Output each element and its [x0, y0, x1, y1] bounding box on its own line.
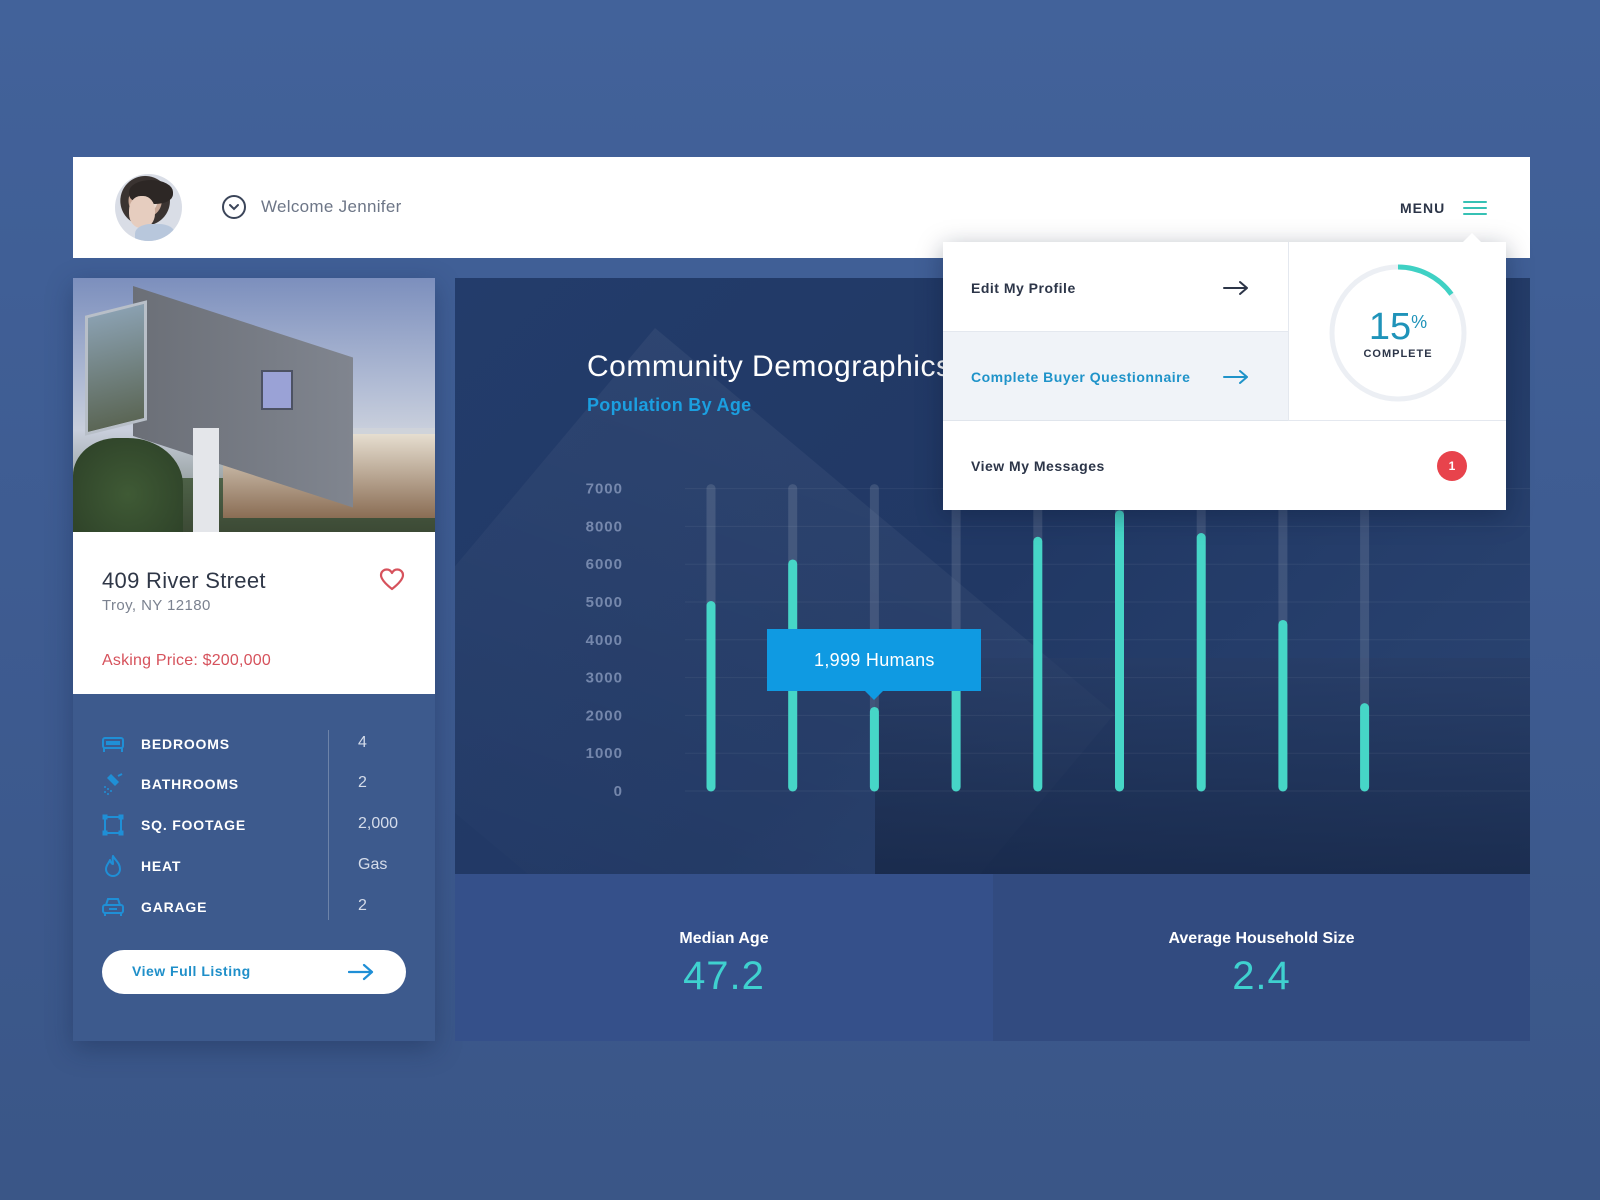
- bar-tooltip: 1,999 Humans: [767, 629, 982, 701]
- property-card: 409 River Street Troy, NY 12180 Asking P…: [73, 278, 435, 1041]
- property-photo: [73, 278, 435, 532]
- median-age-label: Median Age: [679, 930, 769, 947]
- asking-price: Asking Price: $200,000: [102, 652, 271, 669]
- shower-icon: [104, 773, 123, 795]
- tooltip-text: 1,999 Humans: [814, 649, 935, 670]
- property-info: 409 River Street Troy, NY 12180 Asking P…: [73, 532, 435, 694]
- feature-row-garage: GARAGE 2: [73, 895, 435, 919]
- progress-caption: COMPLETE: [1363, 348, 1433, 360]
- y-tick-label: 8000: [586, 518, 623, 535]
- photo-bush: [73, 438, 183, 532]
- household-size-value: 2.4: [1232, 954, 1291, 998]
- household-size-label: Average Household Size: [1168, 930, 1355, 947]
- user-menu-dropdown: Edit My Profile Complete Buyer Questionn…: [943, 233, 1506, 510]
- menu-item-edit-profile[interactable]: Edit My Profile: [943, 242, 1288, 332]
- photo-window: [261, 370, 293, 410]
- menu-button-label[interactable]: MENU: [1400, 200, 1445, 216]
- menu-item-label: View My Messages: [971, 458, 1105, 474]
- flame-icon: [105, 855, 121, 877]
- photo-pillar: [193, 428, 219, 532]
- feature-row-heat: HEAT Gas: [73, 854, 435, 878]
- feature-value: 2,000: [358, 815, 399, 832]
- photo-glass-corner: [85, 300, 147, 436]
- feature-label: BEDROOMS: [141, 736, 230, 752]
- bed-icon: [102, 737, 124, 752]
- median-age-stat: Median Age 47.2: [455, 874, 993, 1041]
- square-footage-icon: [102, 814, 124, 836]
- user-avatar[interactable]: [115, 174, 182, 241]
- avatar-shirt: [135, 224, 175, 241]
- notification-badge: 1: [1437, 451, 1467, 481]
- y-tick-label: 3000: [586, 670, 623, 687]
- feature-row-sq-footage: SQ. FOOTAGE 2,000: [73, 813, 435, 837]
- progress-percent: 15%: [1289, 306, 1507, 349]
- feature-row-bathrooms: BATHROOMS 2: [73, 772, 435, 796]
- feature-label: GARAGE: [141, 899, 208, 915]
- feature-value: 2: [358, 897, 367, 914]
- median-age-value: 47.2: [683, 954, 765, 998]
- y-tick-label: 2000: [586, 707, 623, 724]
- y-tick-label: 5000: [586, 594, 623, 611]
- feature-value: 2: [358, 774, 367, 791]
- heart-icon[interactable]: [379, 568, 405, 592]
- y-tick-label: 1000: [586, 745, 623, 762]
- chevron-down-icon[interactable]: [222, 195, 246, 219]
- y-tick-label: 4000: [586, 632, 623, 649]
- feature-row-bedrooms: BEDROOMS 4: [73, 732, 435, 756]
- y-tick-label: 7000: [586, 481, 623, 498]
- menu-item-label: Complete Buyer Questionnaire: [971, 369, 1191, 385]
- feature-value: Gas: [358, 856, 388, 873]
- y-tick-label: 0: [614, 783, 623, 800]
- property-city: Troy, NY 12180: [102, 597, 211, 614]
- welcome-text: Welcome Jennifer: [261, 197, 402, 216]
- profile-completion: 15% COMPLETE: [1288, 242, 1506, 421]
- property-address: 409 River Street: [102, 568, 266, 593]
- arrow-right-icon: [1223, 281, 1248, 295]
- arrow-right-icon: [1223, 370, 1248, 384]
- hamburger-menu-icon[interactable]: [1463, 201, 1487, 215]
- y-tick-label: 6000: [586, 556, 623, 573]
- feature-value: 4: [358, 734, 367, 751]
- menu-item-buyer-questionnaire[interactable]: Complete Buyer Questionnaire: [943, 332, 1288, 421]
- view-listing-label: View Full Listing: [132, 963, 251, 979]
- menu-item-messages[interactable]: View My Messages 1: [943, 421, 1506, 510]
- view-full-listing-button[interactable]: View Full Listing: [102, 950, 406, 994]
- feature-label: BATHROOMS: [141, 776, 239, 792]
- car-icon: [102, 898, 124, 916]
- progress-value: 15: [1368, 306, 1412, 348]
- feature-label: HEAT: [141, 858, 182, 874]
- arrow-right-icon: [348, 963, 374, 981]
- menu-item-label: Edit My Profile: [971, 280, 1076, 296]
- feature-label: SQ. FOOTAGE: [141, 817, 246, 833]
- household-size-stat: Average Household Size 2.4: [993, 874, 1530, 1041]
- progress-unit: %: [1411, 312, 1428, 332]
